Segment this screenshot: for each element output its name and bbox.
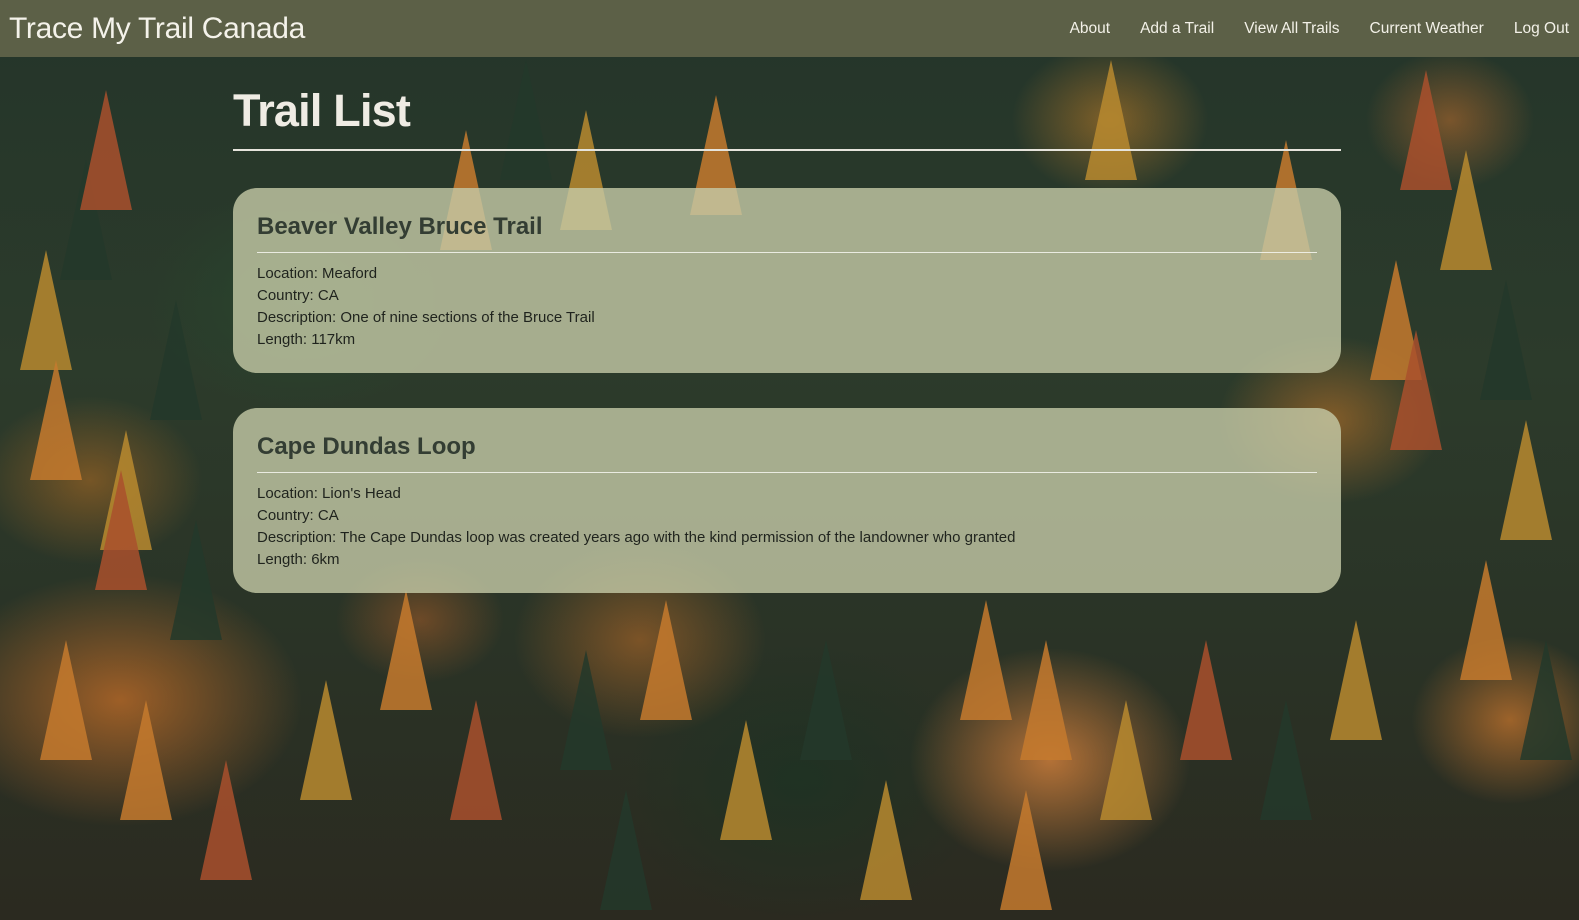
nav-link-log-out[interactable]: Log Out xyxy=(1514,20,1569,38)
top-navbar: Trace My Trail Canada About Add a Trail … xyxy=(0,0,1579,57)
trail-name: Cape Dundas Loop xyxy=(257,433,476,460)
brand-title[interactable]: Trace My Trail Canada xyxy=(9,12,305,46)
card-divider xyxy=(257,472,1317,473)
nav-link-about[interactable]: About xyxy=(1070,20,1111,38)
trail-country: Country: CA xyxy=(257,287,339,304)
title-divider xyxy=(233,149,1341,151)
trail-card: Cape Dundas Loop Location: Lion's Head C… xyxy=(233,408,1341,593)
nav-link-add-a-trail[interactable]: Add a Trail xyxy=(1140,20,1214,38)
nav-links: About Add a Trail View All Trails Curren… xyxy=(1070,20,1569,38)
trail-description: Description: The Cape Dundas loop was cr… xyxy=(257,529,1016,546)
main-content: Trail List Beaver Valley Bruce Trail Loc… xyxy=(233,57,1341,593)
nav-link-view-all-trails[interactable]: View All Trails xyxy=(1244,20,1339,38)
nav-link-current-weather[interactable]: Current Weather xyxy=(1370,20,1484,38)
card-divider xyxy=(257,252,1317,253)
trail-name: Beaver Valley Bruce Trail xyxy=(257,213,543,240)
trail-location: Location: Meaford xyxy=(257,265,378,282)
trail-description: Description: One of nine sections of the… xyxy=(257,309,595,326)
trail-card: Beaver Valley Bruce Trail Location: Meaf… xyxy=(233,188,1341,373)
page-title: Trail List xyxy=(233,85,411,136)
trail-location: Location: Lion's Head xyxy=(257,485,401,502)
trail-country: Country: CA xyxy=(257,507,339,524)
trail-length: Length: 6km xyxy=(257,551,340,568)
trail-length: Length: 117km xyxy=(257,331,356,348)
